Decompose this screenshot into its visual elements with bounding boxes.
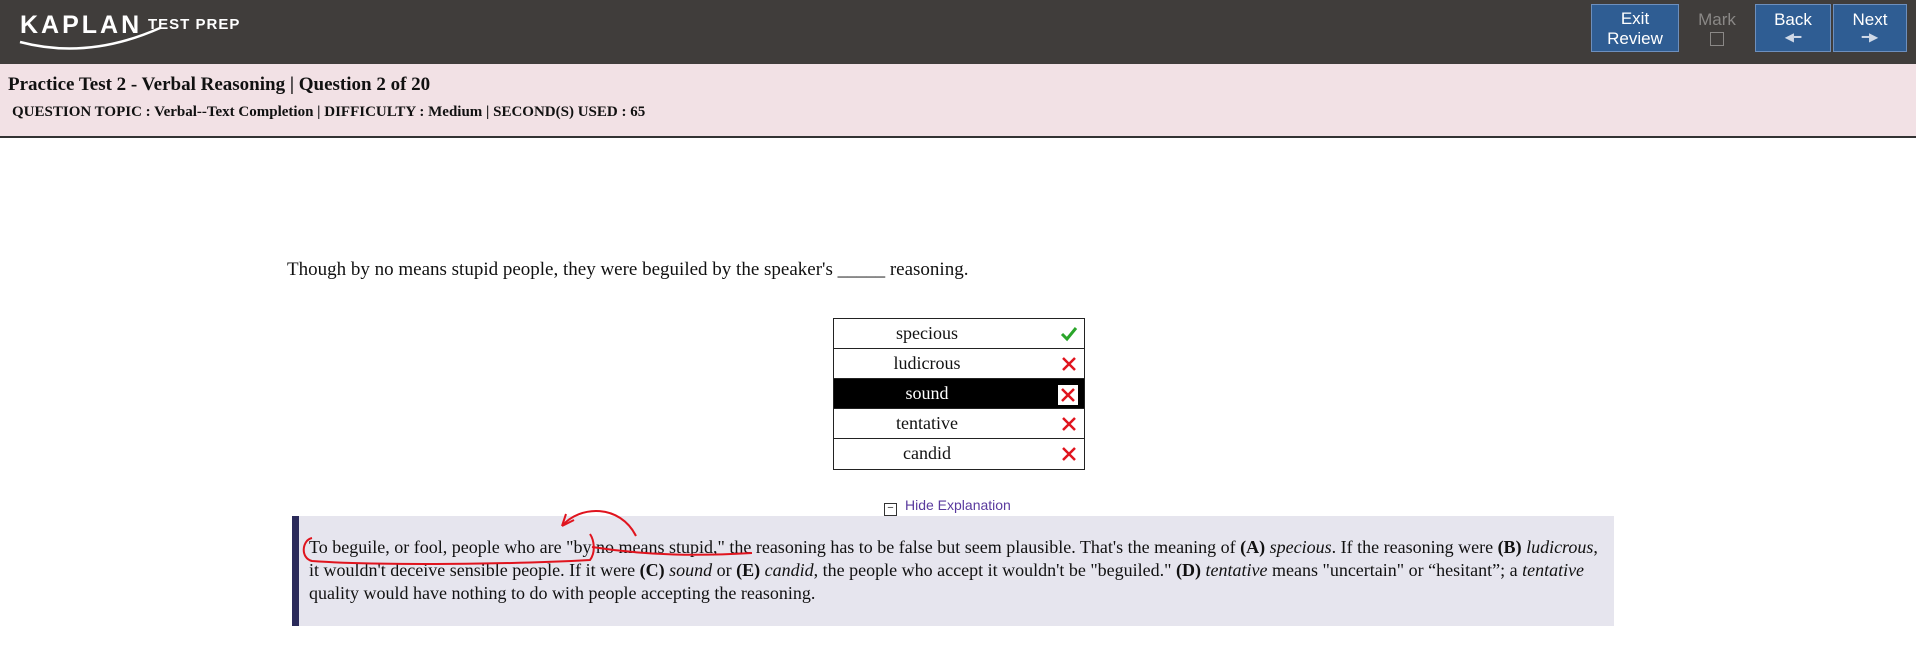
choice-ludicrous[interactable]: ludicrous [834,349,1084,379]
choice-letter-e: (E) [736,560,761,580]
choice-letter-d: (D) [1176,560,1201,580]
exit-label-line2: Review [1607,29,1663,48]
back-button[interactable]: Back ◀━ [1755,4,1831,52]
check-icon [1060,327,1078,342]
cross-icon [1062,447,1076,461]
logo-brand-text: KAPLAN [20,11,143,39]
choice-word-d: tentative [1205,560,1268,580]
next-label: Next [1852,10,1888,29]
mark-label: Mark [1698,10,1736,29]
exit-label-line1: Exit [1620,9,1650,28]
hide-explanation-link[interactable]: − Hide Explanation [884,497,1011,516]
next-button[interactable]: Next ━▶ [1833,4,1907,52]
question-header: Practice Test 2 - Verbal Reasoning | Que… [0,64,1916,138]
logo-sub-text: TEST PREP [148,16,241,33]
choice-label: sound [905,383,949,403]
cross-icon [1058,385,1078,405]
kaplan-logo: KAPLAN TEST PREP [18,8,258,52]
question-stem: Though by no means stupid people, they w… [287,259,969,280]
explanation-text: , the people who accept it wouldn't be "… [813,560,1176,580]
hide-explanation-label: Hide Explanation [905,497,1011,513]
collapse-icon: − [884,503,897,516]
choice-label: candid [903,443,951,463]
explanation-panel: To beguile, or fool, people who are "by … [292,516,1614,626]
choice-label: tentative [896,413,958,433]
next-arrow-icon: ━▶ [1861,30,1879,44]
choice-label: ludicrous [893,353,961,373]
choice-label: specious [896,323,958,343]
cross-icon [1062,417,1076,431]
mark-checkbox[interactable] [1710,32,1724,46]
choice-word-b: ludicrous [1526,537,1594,557]
choice-word-c: sound [669,560,713,580]
choice-letter-a: (A) [1240,537,1266,557]
choice-word-a: specious [1269,537,1332,557]
question-meta: QUESTION TOPIC : Verbal--Text Completion… [12,104,646,120]
exit-review-button[interactable]: Exit Review [1591,4,1679,52]
explanation-text: means "uncertain" or “hesitant”; a [1267,560,1523,580]
choice-word-d-repeat: tentative [1522,560,1585,580]
choice-tentative[interactable]: tentative [834,409,1084,439]
explanation-text: . If the reasoning were [1331,537,1498,557]
choice-candid[interactable]: candid [834,439,1084,469]
explanation-text: To beguile, or fool, people who are "by … [309,537,1241,557]
page-title: Practice Test 2 - Verbal Reasoning | Que… [8,74,431,95]
back-label: Back [1774,10,1812,29]
top-bar: KAPLAN TEST PREP Exit Review Mark Back ◀… [0,0,1916,64]
explanation-text: or [712,560,737,580]
answer-choices: specious ludicrous sound tentative candi… [833,318,1085,470]
explanation-text: quality would have nothing to do with pe… [309,583,816,603]
choice-letter-b: (B) [1497,537,1522,557]
choice-sound[interactable]: sound [834,379,1084,409]
choice-letter-c: (C) [639,560,665,580]
back-arrow-icon: ◀━ [1784,30,1802,44]
cross-icon [1062,357,1076,371]
mark-button[interactable]: Mark [1681,4,1753,52]
choice-word-e: candid [764,560,814,580]
app-root: KAPLAN TEST PREP Exit Review Mark Back ◀… [0,0,1916,647]
choice-specious[interactable]: specious [834,319,1084,349]
